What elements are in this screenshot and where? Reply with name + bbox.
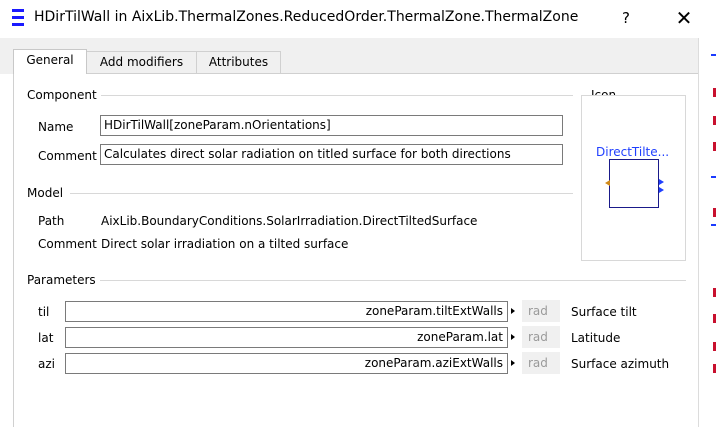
- model-group-title: Model: [27, 186, 68, 200]
- path-value: AixLib.BoundaryConditions.SolarIrradiati…: [101, 214, 478, 228]
- title-bar[interactable]: HDirTilWall in AixLib.ThermalZones.Reduc…: [0, 0, 716, 38]
- tab-general[interactable]: General: [13, 49, 87, 74]
- param-value-field[interactable]: zoneParam.tiltExtWalls: [65, 301, 508, 322]
- param-menu-arrow-icon[interactable]: [508, 327, 518, 348]
- path-label: Path: [38, 214, 65, 228]
- param-unit: rad: [522, 326, 560, 348]
- tab-bar: General Add modifiers Attributes: [0, 38, 698, 74]
- param-name: azi: [38, 357, 55, 371]
- param-description: Latitude: [571, 331, 621, 345]
- param-name: til: [38, 305, 50, 319]
- param-unit: rad: [522, 352, 560, 374]
- param-menu-arrow-icon[interactable]: [508, 353, 518, 374]
- component-group-title: Component: [27, 88, 101, 102]
- param-description: Surface tilt: [571, 305, 637, 319]
- model-comment-value: Direct solar irradiation on a tilted sur…: [101, 237, 349, 251]
- icon-model-name: DirectTilte...: [596, 145, 670, 159]
- tab-add-modifiers[interactable]: Add modifiers: [86, 51, 197, 73]
- param-value-field[interactable]: zoneParam.lat: [65, 327, 508, 348]
- param-unit: rad: [522, 300, 560, 322]
- comment-field[interactable]: Calculates direct solar radiation on tit…: [100, 144, 563, 165]
- param-description: Surface azimuth: [571, 357, 670, 371]
- param-menu-arrow-icon[interactable]: [508, 301, 518, 322]
- parameters-group-title: Parameters: [27, 273, 100, 287]
- close-button[interactable]: ✕: [670, 6, 698, 30]
- model-block-icon: [609, 159, 659, 208]
- model-comment-label: Comment: [38, 237, 97, 251]
- general-panel: Component Name HDirTilWall[zoneParam.nOr…: [13, 73, 698, 427]
- param-name: lat: [38, 331, 54, 345]
- name-label: Name: [38, 120, 74, 134]
- dialog-window: HDirTilWall in AixLib.ThermalZones.Reduc…: [0, 0, 716, 427]
- output-connector-icon: [659, 187, 664, 193]
- help-button[interactable]: ?: [614, 6, 638, 30]
- comment-label: Comment: [38, 149, 97, 163]
- tab-attributes[interactable]: Attributes: [196, 51, 281, 73]
- icon-preview: DirectTilte...: [581, 95, 686, 261]
- window-title: HDirTilWall in AixLib.ThermalZones.Reduc…: [34, 9, 579, 25]
- output-connector-icon: [659, 179, 664, 185]
- background-window-edge: [698, 38, 716, 427]
- name-field[interactable]: HDirTilWall[zoneParam.nOrientations]: [100, 115, 563, 136]
- input-connector-icon: [605, 180, 610, 186]
- param-value-field[interactable]: zoneParam.aziExtWalls: [65, 353, 508, 374]
- app-icon: [12, 9, 24, 27]
